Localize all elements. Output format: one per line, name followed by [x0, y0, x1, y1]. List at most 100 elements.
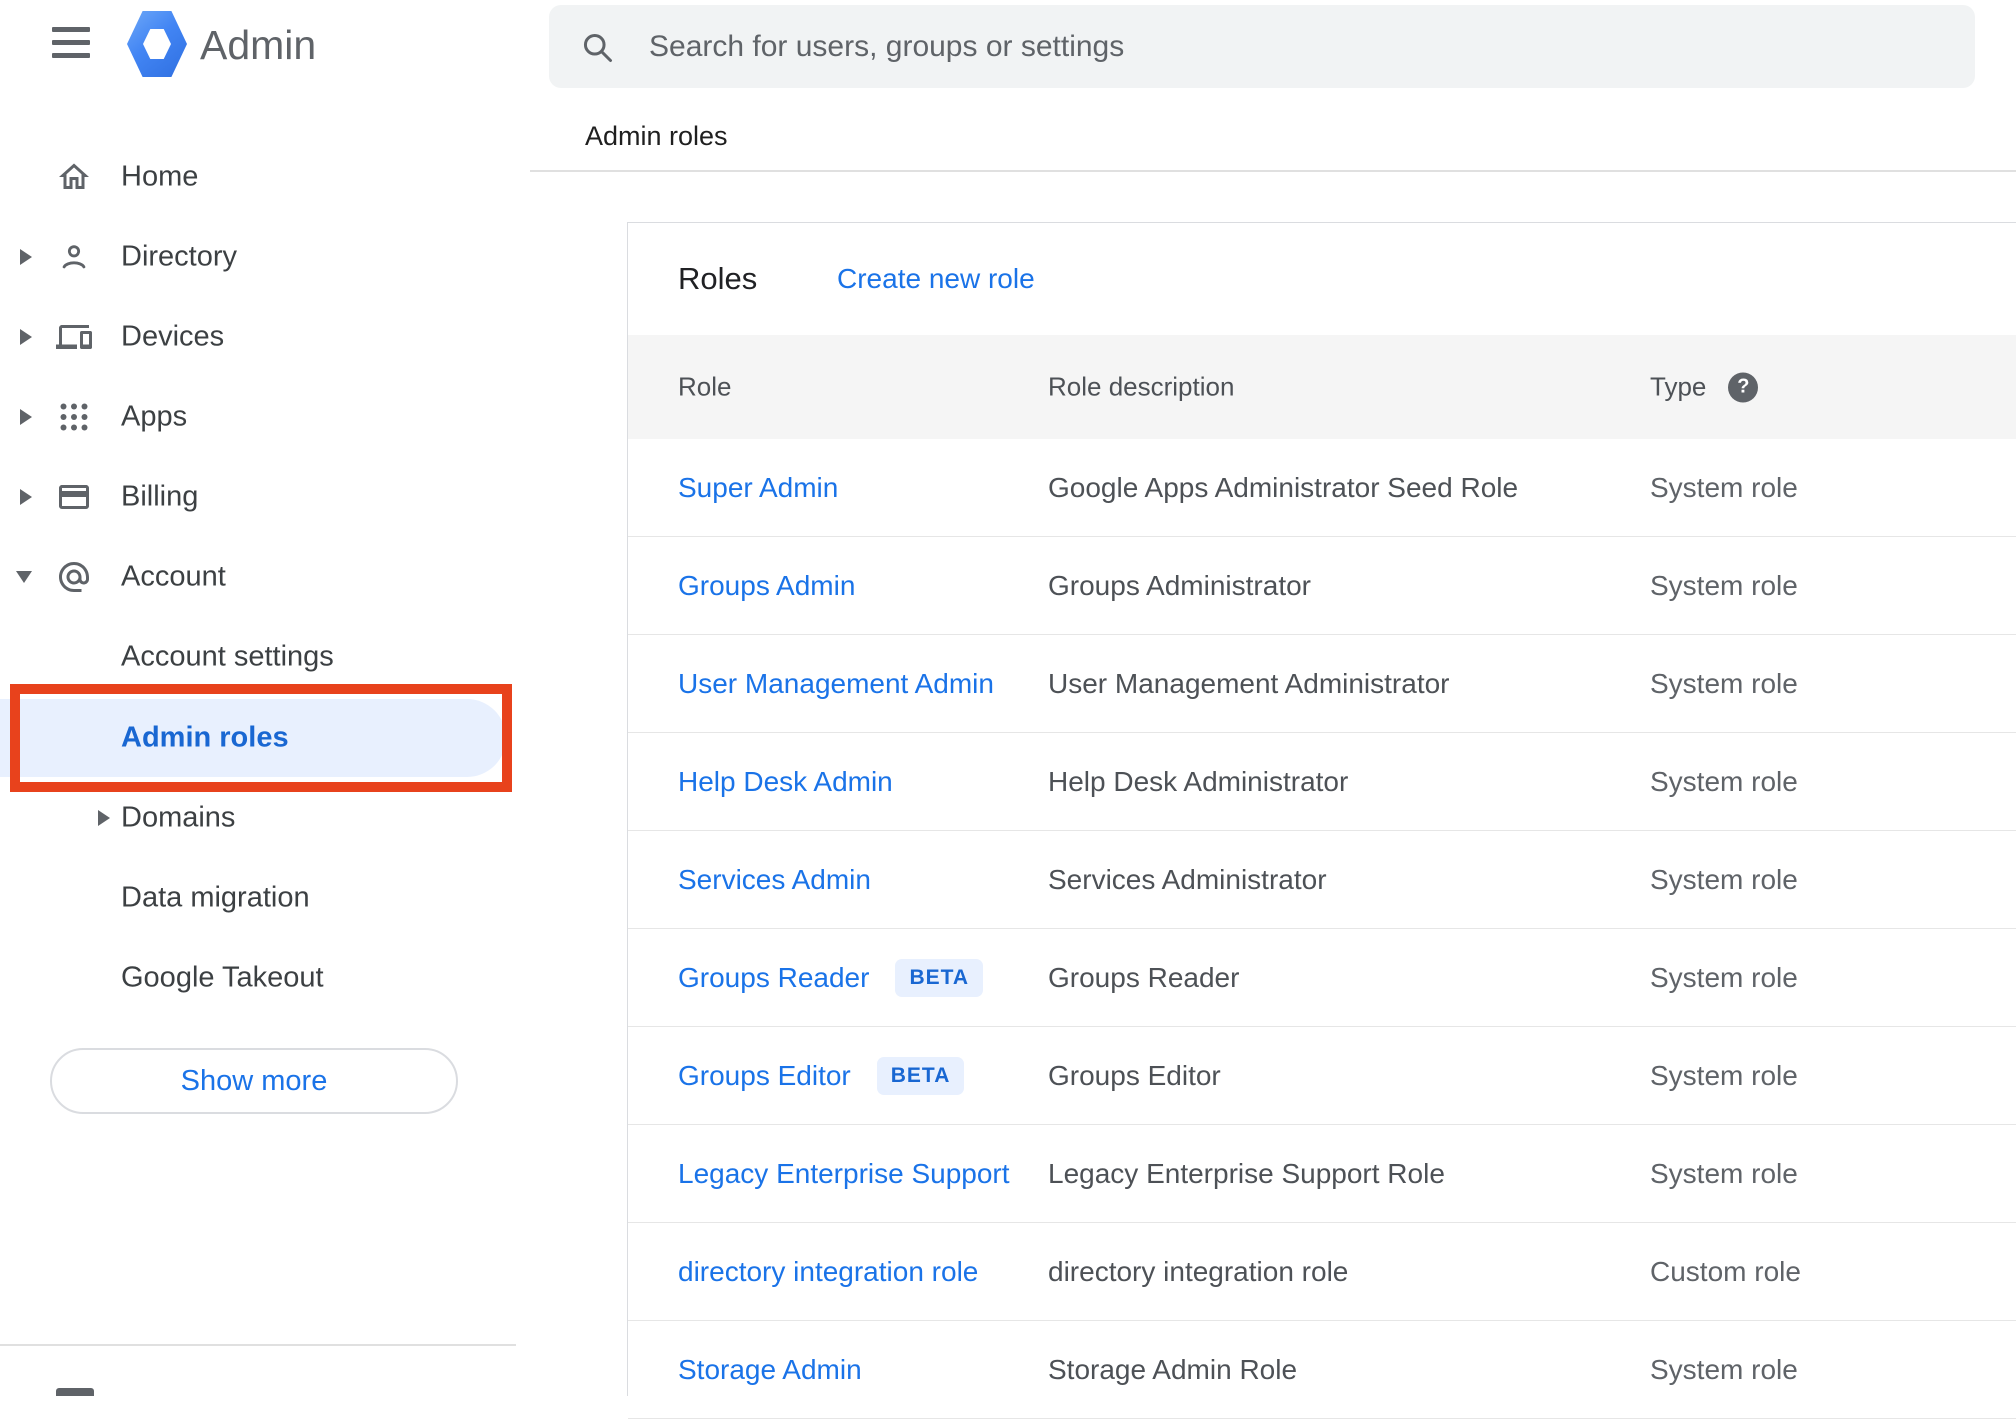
role-type: System role — [1650, 1353, 1798, 1385]
role-type: System role — [1650, 471, 1798, 503]
credit-card-icon — [56, 479, 92, 515]
chevron-right-icon — [98, 810, 110, 826]
sidebar-item-directory[interactable]: Directory — [0, 217, 530, 297]
roles-card: Roles Create new role Role Role descript… — [627, 222, 2016, 1419]
sidebar-item-home[interactable]: Home — [0, 137, 530, 217]
role-description: Google Apps Administrator Seed Role — [1048, 471, 1519, 503]
sidebar-item-label: Admin roles — [121, 721, 289, 754]
sidebar-divider — [0, 1344, 516, 1346]
app-title: Admin — [200, 22, 317, 68]
role-type: System role — [1650, 765, 1798, 797]
sidebar: Admin Home Directory Devices Apps Billin… — [0, 0, 530, 1396]
role-link[interactable]: User Management Admin — [678, 668, 994, 700]
at-sign-icon — [56, 559, 92, 595]
role-link[interactable]: Help Desk Admin — [678, 766, 893, 798]
role-type: System role — [1650, 667, 1798, 699]
role-description: Help Desk Administrator — [1048, 765, 1349, 797]
table-header-row: Role Role description Type ? — [628, 335, 2016, 439]
search-bar[interactable] — [549, 5, 1975, 88]
search-icon — [579, 29, 615, 65]
role-type: System role — [1650, 863, 1798, 895]
sidebar-item-label: Home — [121, 160, 199, 193]
column-header-description: Role description — [1048, 371, 1235, 402]
table-row: Services Admin Services Administrator Sy… — [628, 831, 2016, 929]
chevron-right-icon — [20, 329, 32, 345]
table-row: directory integration role directory int… — [628, 1223, 2016, 1321]
create-new-role-link[interactable]: Create new role — [837, 263, 1035, 295]
sidebar-item-label: Apps — [121, 400, 188, 433]
role-link[interactable]: Legacy Enterprise Support — [678, 1158, 1010, 1190]
role-type: System role — [1650, 569, 1798, 601]
table-row: User Management Admin User Management Ad… — [628, 635, 2016, 733]
role-type: System role — [1650, 961, 1798, 993]
sidebar-item-admin-roles-selected[interactable]: Admin roles — [0, 699, 506, 777]
help-icon[interactable]: ? — [1728, 372, 1759, 402]
search-input[interactable] — [649, 29, 1975, 64]
header-divider — [530, 170, 2016, 172]
sidebar-item-data-migration[interactable]: Data migration — [0, 858, 530, 938]
sidebar-item-google-takeout[interactable]: Google Takeout — [0, 938, 530, 1018]
beta-badge: BETA — [876, 1056, 965, 1095]
sidebar-item-account-settings[interactable]: Account settings — [0, 617, 530, 697]
column-header-role: Role — [678, 371, 732, 402]
sidebar-item-account[interactable]: Account — [0, 537, 530, 617]
admin-logo-icon — [127, 11, 187, 77]
sidebar-item-devices[interactable]: Devices — [0, 297, 530, 377]
chevron-right-icon — [20, 249, 32, 265]
person-icon — [56, 239, 92, 275]
role-link[interactable]: Groups Editor — [678, 1060, 851, 1092]
role-link[interactable]: Services Admin — [678, 864, 871, 896]
sidebar-item-billing[interactable]: Billing — [0, 457, 530, 537]
home-icon — [56, 159, 92, 195]
role-link[interactable]: Groups Reader — [678, 962, 869, 994]
roles-title: Roles — [678, 261, 758, 296]
sidebar-item-label: Account — [121, 560, 226, 593]
sidebar-item-label: Account settings — [121, 640, 334, 673]
sidebar-item-domains[interactable]: Domains — [0, 778, 530, 858]
role-description: directory integration role — [1048, 1255, 1349, 1287]
table-row: Groups Editor BETA Groups Editor System … — [628, 1027, 2016, 1125]
table-row: Storage Admin Storage Admin Role System … — [628, 1321, 2016, 1419]
show-more-button[interactable]: Show more — [50, 1048, 458, 1114]
breadcrumb: Admin roles — [585, 121, 728, 151]
devices-icon — [56, 319, 92, 355]
table-row: Help Desk Admin Help Desk Administrator … — [628, 733, 2016, 831]
sidebar-item-label: Data migration — [121, 881, 310, 914]
sidebar-item-label: Devices — [121, 320, 225, 353]
roles-table-body: Super Admin Google Apps Administrator Se… — [628, 439, 2016, 1419]
role-link[interactable]: Storage Admin — [678, 1354, 862, 1386]
chevron-right-icon — [20, 409, 32, 425]
role-link[interactable]: Super Admin — [678, 472, 838, 504]
apps-grid-icon — [56, 399, 92, 435]
role-description: Services Administrator — [1048, 863, 1327, 895]
column-header-type: Type ? — [1650, 372, 1759, 403]
role-link[interactable]: directory integration role — [678, 1256, 978, 1288]
sidebar-item-apps[interactable]: Apps — [0, 377, 530, 457]
chevron-down-icon — [16, 571, 32, 583]
role-type: System role — [1650, 1157, 1798, 1189]
table-row: Legacy Enterprise Support Legacy Enterpr… — [628, 1125, 2016, 1223]
role-description: Legacy Enterprise Support Role — [1048, 1157, 1445, 1189]
table-row: Groups Reader BETA Groups Reader System … — [628, 929, 2016, 1027]
role-description: User Management Administrator — [1048, 667, 1450, 699]
table-row: Super Admin Google Apps Administrator Se… — [628, 439, 2016, 537]
role-type: System role — [1650, 1059, 1798, 1091]
cut-off-icon — [56, 1388, 94, 1396]
table-row: Groups Admin Groups Administrator System… — [628, 537, 2016, 635]
main-content: Admin roles Roles Create new role Role R… — [530, 0, 2016, 1419]
role-type: Custom role — [1650, 1255, 1801, 1287]
roles-card-header: Roles Create new role — [628, 223, 2016, 335]
sidebar-item-label: Directory — [121, 240, 238, 273]
hamburger-menu-icon[interactable] — [52, 27, 90, 58]
role-link[interactable]: Groups Admin — [678, 570, 855, 602]
show-more-label: Show more — [180, 1064, 328, 1097]
sidebar-item-label: Domains — [121, 801, 236, 834]
role-description: Groups Editor — [1048, 1059, 1221, 1091]
beta-badge: BETA — [895, 958, 984, 997]
chevron-right-icon — [20, 489, 32, 505]
role-description: Groups Reader — [1048, 961, 1240, 993]
role-description: Storage Admin Role — [1048, 1353, 1298, 1385]
sidebar-item-label: Google Takeout — [121, 961, 324, 994]
sidebar-item-label: Billing — [121, 480, 199, 513]
role-description: Groups Administrator — [1048, 569, 1311, 601]
